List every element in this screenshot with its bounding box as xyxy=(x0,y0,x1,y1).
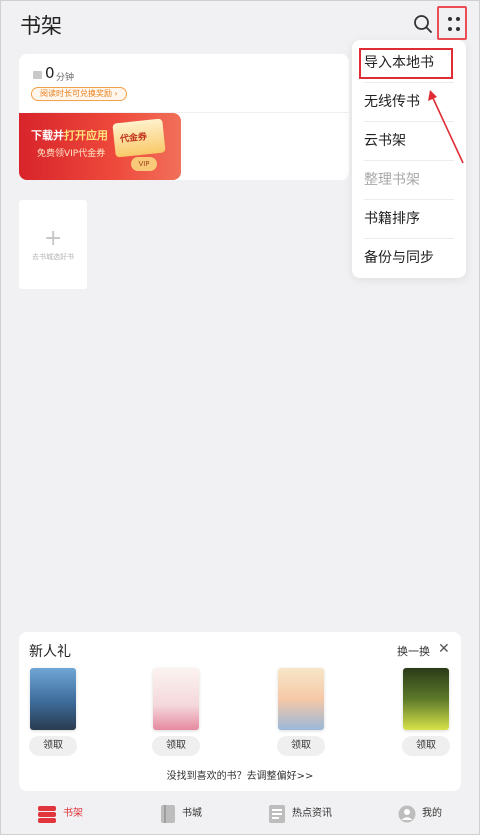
gift-book-cover[interactable] xyxy=(153,668,199,730)
nav-item-news[interactable]: 热点资讯 xyxy=(268,801,348,833)
banner-headline: 下载并打开应用 xyxy=(31,129,108,142)
search-button[interactable] xyxy=(411,12,435,36)
adjust-preference-link[interactable]: 没找到喜欢的书？去调整偏好>> xyxy=(19,767,461,782)
nav-label-bookshelf: 书架 xyxy=(63,808,83,819)
gift-swap-button[interactable]: 换一换 xyxy=(397,643,430,659)
plus-icon: + xyxy=(44,226,63,251)
gift-book-cover[interactable] xyxy=(278,668,324,730)
menu-item-import-local[interactable]: 导入本地书 xyxy=(364,44,454,82)
reading-minutes: 0 xyxy=(45,64,55,82)
claim-button[interactable]: 领取 xyxy=(29,736,77,756)
banner-headline-highlight: 打开应用 xyxy=(64,129,108,142)
claim-button[interactable]: 领取 xyxy=(152,736,200,756)
exchange-reward-link[interactable]: 阅读时长可兑换奖励 › xyxy=(31,87,127,101)
menu-item-sort-books[interactable]: 书籍排序 xyxy=(364,200,454,238)
reading-minutes-unit: 分钟 xyxy=(56,73,75,83)
menu-item-organize-shelf[interactable]: 整理书架 xyxy=(364,161,454,199)
add-book-placeholder[interactable]: + 去书城选好书 xyxy=(19,200,87,289)
new-user-gift-panel: 新人礼 换一换 ✕ 领取 领取 领取 领取 没找到喜欢的书？去调整偏好>> xyxy=(19,632,461,791)
vip-coupon-banner[interactable]: 下载并打开应用 免费领VIP代金券 代金券 VIP xyxy=(19,113,181,180)
nav-item-bookshelf[interactable]: 书架 xyxy=(37,801,97,833)
dropdown-menu: 导入本地书 无线传书 云书架 整理书架 书籍排序 备份与同步 xyxy=(352,40,466,278)
nav-item-bookstore[interactable]: 书城 xyxy=(160,801,220,833)
menu-item-wireless-transfer[interactable]: 无线传书 xyxy=(364,83,454,121)
news-icon xyxy=(269,805,285,823)
gift-book-cover[interactable] xyxy=(30,668,76,730)
nav-item-profile[interactable]: 我的 xyxy=(398,801,458,833)
reading-time-card: 0 分钟 阅读时长可兑换奖励 › 下载并打开应用 免费领VIP代金券 代金券 V… xyxy=(19,54,349,180)
nav-label-news: 热点资讯 xyxy=(292,808,332,819)
bookshelf-icon xyxy=(38,806,56,823)
nav-label-profile: 我的 xyxy=(422,808,442,819)
claim-button[interactable]: 领取 xyxy=(277,736,325,756)
bookstore-icon xyxy=(161,805,175,823)
coupon-label: 代金券 xyxy=(119,132,148,145)
reading-time-icon xyxy=(33,71,42,79)
coupon-vip-badge: VIP xyxy=(131,157,157,171)
banner-subtitle: 免费领VIP代金券 xyxy=(37,149,106,159)
gift-title: 新人礼 xyxy=(29,644,71,660)
claim-button[interactable]: 领取 xyxy=(402,736,450,756)
add-book-label: 去书城选好书 xyxy=(32,253,74,261)
menu-item-cloud-shelf[interactable]: 云书架 xyxy=(364,122,454,160)
search-icon xyxy=(414,15,432,33)
gift-close-icon[interactable]: ✕ xyxy=(438,641,450,657)
coupon-graphic: 代金券 xyxy=(112,118,166,158)
gift-book-cover[interactable] xyxy=(403,668,449,730)
page-title: 书架 xyxy=(20,14,62,38)
bottom-nav: 书架 书城 热点资讯 我的 xyxy=(0,797,480,835)
more-menu-button[interactable] xyxy=(437,6,467,40)
profile-icon xyxy=(398,805,416,823)
menu-item-backup-sync[interactable]: 备份与同步 xyxy=(364,239,454,277)
nav-label-bookstore: 书城 xyxy=(182,808,202,819)
